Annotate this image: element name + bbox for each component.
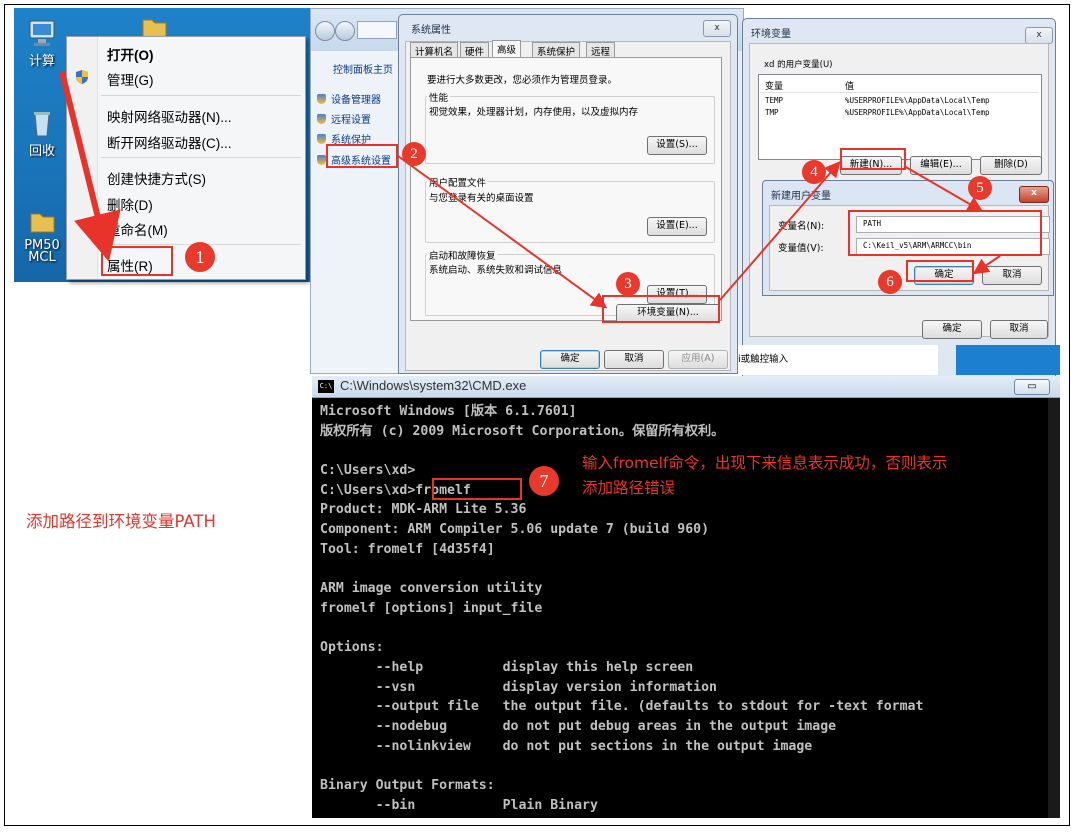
- step-badge-4: 4: [802, 160, 826, 184]
- step-badge-6: 6: [878, 270, 902, 294]
- step-badge-5: 5: [968, 176, 992, 200]
- arrow-to-ok: [972, 255, 1001, 275]
- arrow-to-new-button: [719, 160, 841, 301]
- step-badge-3: 3: [616, 272, 640, 296]
- step-badge-1: 1: [185, 242, 215, 272]
- annotation-arrows: [59, 71, 1001, 309]
- step-badge-7: 7: [529, 466, 559, 496]
- arrow-to-env-button: [397, 155, 608, 309]
- step-badge-2: 2: [402, 142, 426, 166]
- arrow-to-properties: [59, 71, 121, 262]
